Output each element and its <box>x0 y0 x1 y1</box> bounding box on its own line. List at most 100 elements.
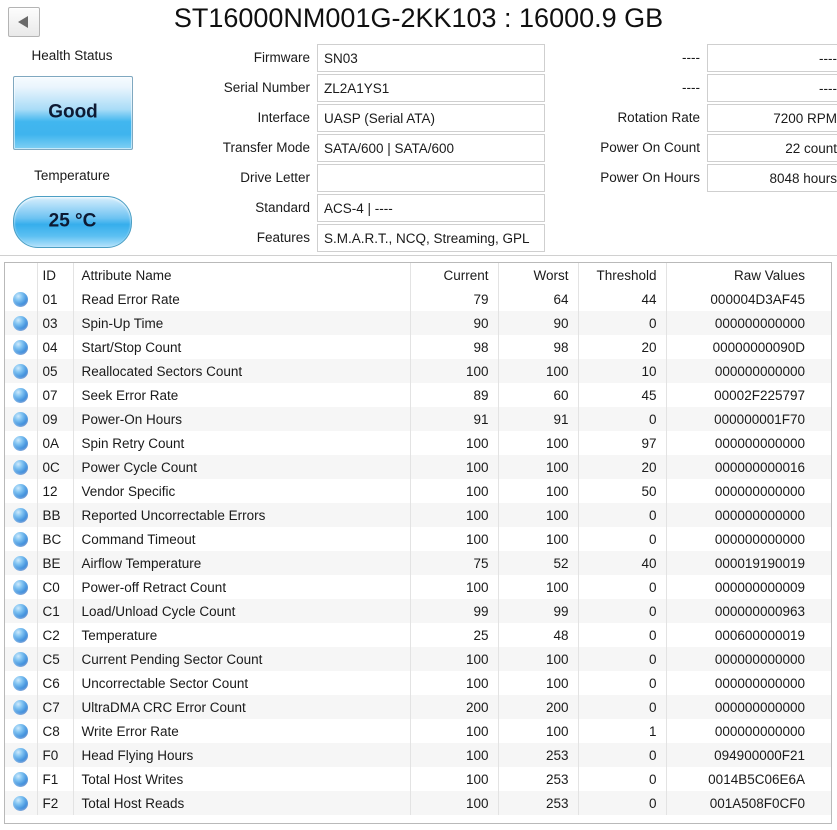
row-raw-value: 0014B5C06E6A <box>665 767 831 791</box>
table-row[interactable]: BC Command Timeout 100 100 0 000000000000 <box>5 527 831 551</box>
row-worst: 100 <box>497 479 578 503</box>
info-field-value[interactable]: ---- <box>707 44 837 72</box>
row-id: BE <box>36 551 73 575</box>
row-current: 90 <box>409 311 498 335</box>
row-current: 100 <box>409 647 498 671</box>
info-field-value[interactable]: S.M.A.R.T., NCQ, Streaming, GPL <box>317 224 545 252</box>
row-status-cell <box>5 719 37 743</box>
row-id: C1 <box>36 599 73 623</box>
blue-sphere-icon <box>13 387 29 403</box>
column-header-raw[interactable]: Raw Values <box>665 263 831 287</box>
row-worst: 100 <box>497 503 578 527</box>
table-row[interactable]: C1 Load/Unload Cycle Count 99 99 0 0000000009… <box>5 599 831 623</box>
blue-sphere-icon <box>13 603 29 619</box>
blue-sphere-icon <box>13 747 29 763</box>
info-field-value[interactable]: ---- <box>707 74 837 102</box>
health-status-badge[interactable]: Good <box>13 76 133 150</box>
row-id: 09 <box>36 407 73 431</box>
row-threshold: 45 <box>577 383 666 407</box>
row-id: C8 <box>36 719 73 743</box>
row-current: 100 <box>409 671 498 695</box>
info-field-value[interactable]: SN03 <box>317 44 545 72</box>
row-worst: 100 <box>497 671 578 695</box>
table-row[interactable]: F0 Head Flying Hours 100 253 0 094900000F21 <box>5 743 831 767</box>
row-worst: 200 <box>497 695 578 719</box>
row-worst: 52 <box>497 551 578 575</box>
blue-sphere-icon <box>13 435 29 451</box>
blue-sphere-icon <box>13 531 29 547</box>
row-attribute-name: Total Host Reads <box>72 791 410 815</box>
row-threshold: 20 <box>577 455 666 479</box>
table-row[interactable]: C6 Uncorrectable Sector Count 100 100 0 00000… <box>5 671 831 695</box>
blue-sphere-icon <box>13 411 29 427</box>
table-row[interactable]: 04 Start/Stop Count 98 98 20 00000000090D <box>5 335 831 359</box>
table-row[interactable]: 12 Vendor Specific 100 100 50 000000000000 <box>5 479 831 503</box>
smart-attributes-table: ID Attribute Name Current Worst Threshol… <box>5 263 831 815</box>
column-header-attribute[interactable]: Attribute Name <box>72 263 410 287</box>
row-raw-value: 000004D3AF45 <box>665 287 831 311</box>
row-attribute-name: Power-off Retract Count <box>72 575 410 599</box>
row-attribute-name: Head Flying Hours <box>72 743 410 767</box>
row-current: 100 <box>409 455 498 479</box>
info-field-value[interactable]: 8048 hours <box>707 164 837 192</box>
table-row[interactable]: C2 Temperature 25 48 0 000600000019 <box>5 623 831 647</box>
row-threshold: 0 <box>577 743 666 767</box>
table-row[interactable]: C0 Power-off Retract Count 100 100 0 00000000… <box>5 575 831 599</box>
row-attribute-name: Current Pending Sector Count <box>72 647 410 671</box>
row-attribute-name: Power-On Hours <box>72 407 410 431</box>
table-row[interactable]: 0A Spin Retry Count 100 100 97 000000000000 <box>5 431 831 455</box>
column-header-status[interactable] <box>5 263 37 287</box>
info-field-value[interactable]: UASP (Serial ATA) <box>317 104 545 132</box>
column-header-worst[interactable]: Worst <box>497 263 578 287</box>
table-row[interactable]: BE Airflow Temperature 75 52 40 000019190019 <box>5 551 831 575</box>
info-field-value[interactable]: 7200 RPM <box>707 104 837 132</box>
table-row[interactable]: C8 Write Error Rate 100 100 1 000000000000 <box>5 719 831 743</box>
blue-sphere-icon <box>13 507 29 523</box>
info-field-value[interactable]: ZL2A1YS1 <box>317 74 545 102</box>
table-row[interactable]: 05 Reallocated Sectors Count 100 100 10 00000… <box>5 359 831 383</box>
row-attribute-name: Reported Uncorrectable Errors <box>72 503 410 527</box>
info-field-value[interactable]: 22 count <box>707 134 837 162</box>
row-worst: 100 <box>497 359 578 383</box>
row-raw-value: 000000000000 <box>665 503 831 527</box>
info-field-label: Transfer Mode <box>222 140 310 155</box>
row-worst: 99 <box>497 599 578 623</box>
row-status-cell <box>5 767 37 791</box>
row-attribute-name: Load/Unload Cycle Count <box>72 599 410 623</box>
page-title: ST16000NM001G-2KK103 : 16000.9 GB <box>173 3 664 33</box>
row-status-cell <box>5 527 37 551</box>
info-field-value[interactable]: SATA/600 | SATA/600 <box>317 134 545 162</box>
row-worst: 60 <box>497 383 578 407</box>
row-threshold: 0 <box>577 311 666 335</box>
health-status-value: Good <box>48 101 98 123</box>
column-header-id[interactable]: ID <box>36 263 73 287</box>
row-raw-value: 000000000000 <box>665 695 831 719</box>
row-id: 04 <box>36 335 73 359</box>
row-worst: 100 <box>497 527 578 551</box>
table-row[interactable]: 03 Spin-Up Time 90 90 0 000000000000 <box>5 311 831 335</box>
table-row[interactable]: BB Reported Uncorrectable Errors 100 100 0 00… <box>5 503 831 527</box>
column-header-threshold[interactable]: Threshold <box>577 263 666 287</box>
column-header-current[interactable]: Current <box>409 263 498 287</box>
table-row[interactable]: F2 Total Host Reads 100 253 0 001A508F0CF0 <box>5 791 831 815</box>
table-row[interactable]: C7 UltraDMA CRC Error Count 200 200 0 0000000… <box>5 695 831 719</box>
table-row[interactable]: 01 Read Error Rate 79 64 44 000004D3AF45 <box>5 287 831 311</box>
temperature-badge[interactable]: 25 °C <box>13 196 132 248</box>
row-threshold: 44 <box>577 287 666 311</box>
table-row[interactable]: 0C Power Cycle Count 100 100 20 000000000016 <box>5 455 831 479</box>
row-status-cell <box>5 479 37 503</box>
table-row[interactable]: F1 Total Host Writes 100 253 0 0014B5C06E6A <box>5 767 831 791</box>
row-current: 99 <box>409 599 498 623</box>
row-status-cell <box>5 287 37 311</box>
row-threshold: 0 <box>577 623 666 647</box>
row-id: 05 <box>36 359 73 383</box>
table-row[interactable]: C5 Current Pending Sector Count 100 100 0 000… <box>5 647 831 671</box>
info-field-value[interactable] <box>317 164 545 192</box>
table-row[interactable]: 07 Seek Error Rate 89 60 45 00002F225797 <box>5 383 831 407</box>
info-field-value[interactable]: ACS-4 | ---- <box>317 194 545 222</box>
info-field-firmware: Firmware SN03 <box>254 44 545 72</box>
row-status-cell <box>5 791 37 815</box>
table-row[interactable]: 09 Power-On Hours 91 91 0 000000001F70 <box>5 407 831 431</box>
blue-sphere-icon <box>13 627 29 643</box>
row-threshold: 97 <box>577 431 666 455</box>
